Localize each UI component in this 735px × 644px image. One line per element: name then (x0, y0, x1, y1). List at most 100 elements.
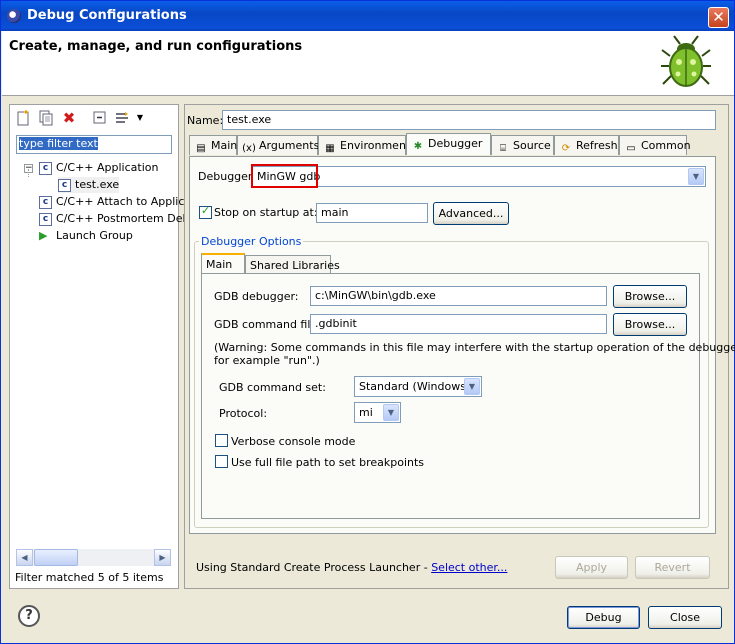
tab-main[interactable]: ▤ Main (189, 135, 237, 155)
tab-label: Main (211, 139, 238, 152)
arguments-icon: (x) (242, 143, 256, 154)
protocol-value: mi (359, 406, 373, 419)
banner-title: Create, manage, and run configurations (9, 39, 303, 54)
close-window-button[interactable]: ✕ (708, 7, 729, 28)
chevron-down-icon[interactable]: ▼ (688, 168, 704, 185)
highlight-box (251, 164, 318, 188)
c-app-icon: c (39, 161, 52, 175)
protocol-label: Protocol: (219, 407, 268, 420)
common-icon: ▭ (626, 143, 636, 154)
c-app-icon: c (39, 212, 52, 226)
scrollbar-thumb[interactable] (34, 549, 78, 566)
command-set-select[interactable]: Standard (Windows) ▼ (354, 376, 482, 397)
filter-icon[interactable] (114, 110, 130, 126)
stop-on-startup-label: Stop on startup at: (214, 206, 318, 219)
close-button[interactable]: Close (648, 606, 722, 629)
debugger-options-label: Debugger Options (199, 235, 304, 248)
revert-button[interactable]: Revert (635, 556, 710, 579)
filter-status: Filter matched 5 of 5 items (15, 571, 164, 584)
collapse-all-icon[interactable] (92, 110, 108, 126)
debugger-label: Debugger: (198, 170, 256, 183)
subtab-shared-libraries[interactable]: Shared Libraries (245, 255, 340, 274)
tree-item-attach[interactable]: c C/C++ Attach to Applic (39, 194, 184, 210)
tree-item-label: test.exe (75, 178, 120, 191)
filter-text: type filter text (19, 137, 98, 150)
gdb-command-file-field[interactable]: .gdbinit (310, 314, 607, 334)
full-file-path-checkbox[interactable] (215, 455, 228, 468)
title-bar[interactable]: Debug Configurations ✕ (1, 1, 734, 31)
tree-item-label: C/C++ Postmortem Deb (56, 212, 190, 225)
refresh-icon: ⟳ (561, 143, 571, 154)
stop-on-startup-field[interactable]: main (316, 203, 428, 223)
bug-icon: ✱ (413, 141, 423, 152)
browse-gdb-command-file-button[interactable]: Browse... (613, 313, 687, 336)
tab-environment[interactable]: ▦ Environment (318, 135, 410, 155)
launcher-description: Using Standard Create Process Launcher - (196, 561, 432, 574)
gdb-debugger-field[interactable]: c:\MinGW\bin\gdb.exe (310, 286, 607, 306)
tab-label: Refresh (576, 139, 618, 152)
tree-item-label: C/C++ Application (56, 161, 159, 174)
tab-source[interactable]: ⌸ Source (491, 135, 554, 155)
eclipse-icon (7, 9, 21, 23)
header-banner: Create, manage, and run configurations (2, 31, 734, 96)
subtab-label: Main (206, 258, 233, 271)
browse-gdb-debugger-button[interactable]: Browse... (613, 285, 687, 308)
command-set-label: GDB command set: (219, 381, 326, 394)
tab-refresh[interactable]: ⟳ Refresh (554, 135, 619, 155)
launcher-text: Using Standard Create Process Launcher -… (196, 561, 507, 574)
protocol-select[interactable]: mi ▼ (354, 402, 401, 423)
scroll-right-icon[interactable]: ▶ (154, 549, 171, 566)
c-app-icon: c (58, 178, 71, 192)
play-icon: ▶ (39, 229, 48, 242)
warning-text-line2: for example "run".) (214, 354, 320, 367)
config-tabs: ▤ Main (x) Arguments ▦ Environment ✱ Debugge… (189, 133, 716, 157)
advanced-button[interactable]: Advanced... (433, 202, 509, 225)
duplicate-icon[interactable] (38, 110, 54, 126)
select-other-link[interactable]: Select other... (431, 561, 507, 574)
subtab-main[interactable]: Main (201, 253, 245, 274)
document-icon: ▤ (196, 143, 206, 154)
filter-input[interactable]: type filter text (16, 135, 172, 154)
stop-on-startup-checkbox[interactable] (199, 204, 212, 219)
tab-label: Source (513, 139, 551, 152)
warning-text-line1: (Warning: Some commands in this file may… (214, 341, 735, 354)
verbose-console-checkbox[interactable] (215, 434, 228, 447)
debug-configurations-window: Debug Configurations ✕ Create, manage, a… (0, 0, 735, 644)
tree-item-label: Launch Group (56, 229, 133, 242)
chevron-down-icon[interactable]: ▼ (132, 110, 148, 126)
tree-item-launch-group[interactable]: ▶ Launch Group (39, 228, 133, 244)
full-file-path-label: Use full file path to set breakpoints (231, 456, 425, 469)
horizontal-scrollbar[interactable]: ◀ ▶ (16, 549, 171, 566)
source-icon: ⌸ (500, 143, 506, 154)
new-configuration-icon[interactable] (15, 110, 31, 126)
gdb-debugger-label: GDB debugger: (214, 290, 299, 303)
tree-item-label: C/C++ Attach to Applic (56, 195, 185, 208)
subtab-label: Shared Libraries (250, 259, 340, 272)
tab-debugger[interactable]: ✱ Debugger (406, 133, 491, 155)
tree-item-test-exe[interactable]: c test.exe (58, 177, 120, 193)
chevron-down-icon[interactable]: ▼ (383, 404, 399, 421)
tab-common[interactable]: ▭ Common (619, 135, 691, 155)
scroll-left-icon[interactable]: ◀ (16, 549, 33, 566)
help-icon[interactable]: ? (18, 605, 40, 627)
name-field[interactable]: test.exe (222, 110, 716, 130)
tab-arguments[interactable]: (x) Arguments (237, 135, 320, 155)
bug-icon (661, 35, 711, 87)
c-app-icon: c (39, 195, 52, 209)
debugger-select[interactable]: MinGW gdb ▼ (252, 166, 706, 187)
chevron-down-icon[interactable]: ▼ (464, 378, 480, 395)
tab-label: Arguments (259, 139, 320, 152)
tree-item-cpp-application[interactable]: c C/C++ Application (39, 160, 158, 176)
delete-icon[interactable]: ✖ (61, 110, 77, 126)
gdb-command-file-label: GDB command file: (214, 318, 321, 331)
tab-label: Debugger (428, 137, 483, 150)
name-label: Name: (187, 114, 224, 127)
verbose-console-label: Verbose console mode (231, 435, 356, 448)
tree-item-postmortem[interactable]: c C/C++ Postmortem Deb (39, 211, 190, 227)
command-set-value: Standard (Windows) (359, 380, 471, 393)
tab-label: Common (641, 139, 691, 152)
apply-button[interactable]: Apply (555, 556, 628, 579)
debug-button[interactable]: Debug (567, 606, 640, 629)
environment-icon: ▦ (325, 143, 335, 154)
window-title: Debug Configurations (27, 8, 187, 23)
